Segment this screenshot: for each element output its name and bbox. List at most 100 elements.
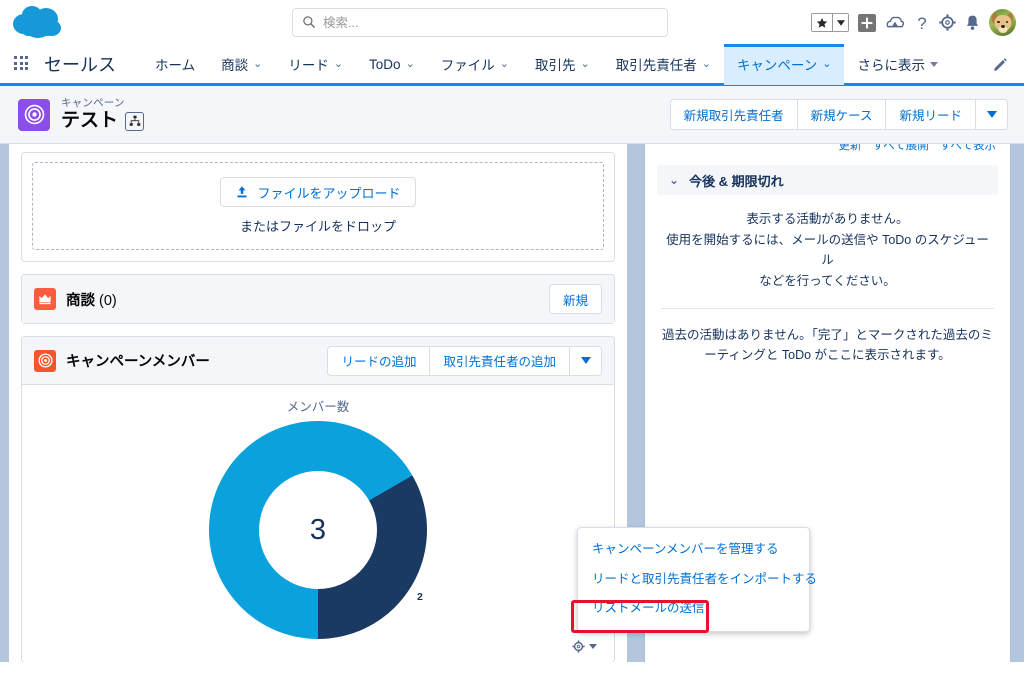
nav-item-contacts[interactable]: 取引先責任者 ⌄ <box>603 44 724 85</box>
help-question-icon[interactable]: ? <box>914 13 930 33</box>
chevron-down-icon: ⌄ <box>405 57 415 70</box>
record-type-label: キャンペーン <box>61 97 125 110</box>
campaign-members-card: キャンペーンメンバー リードの追加 取引先責任者の追加 メンバー数 3 1 2 <box>21 336 615 662</box>
campaign-members-dropdown-menu: キャンペーンメンバーを管理する リードと取引先責任者をインポートする リストメー… <box>577 527 817 632</box>
add-contact-button[interactable]: 取引先責任者の追加 <box>429 345 570 376</box>
favorites-star-icon[interactable] <box>812 14 832 31</box>
nav-item-accounts[interactable]: 取引先 ⌄ <box>522 44 603 85</box>
svg-text:?: ? <box>917 14 926 33</box>
salesforce-cloud-logo[interactable] <box>12 2 66 42</box>
page-content: ファイルをアップロード またはファイルをドロップ 商談 (0) 新規 キャンペー… <box>0 144 1024 662</box>
donut-chart[interactable]: 3 1 2 <box>209 421 427 639</box>
chart-settings-control[interactable] <box>572 640 597 653</box>
activity-view-all-link[interactable]: すべて表示 <box>940 144 996 152</box>
campaign-target-icon <box>18 98 50 131</box>
campaign-members-card-header: キャンペーンメンバー リードの追加 取引先責任者の追加 <box>22 337 614 385</box>
nav-item-campaigns[interactable]: キャンペーン ⌄ <box>723 43 845 85</box>
campaign-members-title: キャンペーンメンバー <box>66 354 210 370</box>
file-dropzone[interactable]: ファイルをアップロード またはファイルをドロップ <box>32 162 604 250</box>
caret-down-icon <box>580 357 591 364</box>
new-lead-button[interactable]: 新規リード <box>885 99 976 130</box>
app-navigation-bar: セールス ホーム 商談 ⌄ リード ⌄ ToDo ⌄ ファイル ⌄ 取引先 ⌄ … <box>0 43 1024 86</box>
donut-slice-label-1: 1 <box>271 505 277 517</box>
global-header: ? <box>0 0 1024 45</box>
left-column: ファイルをアップロード またはファイルをドロップ 商談 (0) 新規 キャンペー… <box>9 144 627 662</box>
upcoming-overdue-section-header[interactable]: ⌄ 今後 & 期限切れ <box>657 165 998 195</box>
new-contact-button[interactable]: 新規取引先責任者 <box>669 99 798 130</box>
past-activity-line-1: 過去の活動はありません。「完了」とマークされた過去のミ <box>662 327 993 342</box>
opportunity-card: 商談 (0) 新規 <box>21 274 615 324</box>
chart-settings-caret-icon <box>589 644 597 649</box>
edit-pencil-icon[interactable] <box>993 57 1008 72</box>
chevron-down-icon: ⌄ <box>580 57 590 70</box>
opportunity-card-header: 商談 (0) 新規 <box>22 275 614 323</box>
nav-item-label: リード <box>288 58 329 73</box>
search-input[interactable] <box>292 8 668 37</box>
menu-item-import-leads-contacts[interactable]: リードと取引先責任者をインポートする <box>578 565 817 595</box>
nav-item-todo[interactable]: ToDo ⌄ <box>356 44 428 85</box>
record-page-header: キャンペーン テスト 新規取引先責任者 新規ケース 新規リード <box>0 86 1024 144</box>
activity-empty-line-3: などを行ってください。 <box>759 273 896 288</box>
upload-files-label: ファイルをアップロード <box>257 185 401 201</box>
notifications-bell-icon[interactable] <box>965 14 980 31</box>
chevron-down-icon: ⌄ <box>253 57 263 70</box>
nav-item-more[interactable]: さらに表示 <box>844 44 951 85</box>
chevron-down-icon: ⌄ <box>333 57 344 70</box>
nav-item-label: ホーム <box>155 58 196 73</box>
nav-item-label: ファイル <box>440 58 495 73</box>
chevron-down-icon: ⌄ <box>822 57 832 70</box>
donut-total-value: 3 <box>309 513 327 546</box>
donut-center: 3 <box>259 471 377 589</box>
page-title: テスト <box>61 110 119 132</box>
activity-empty-line-2: 使用を開始するには、メールの送信や ToDo のスケジュール <box>666 232 989 268</box>
chevron-down-icon: ⌄ <box>499 57 509 70</box>
chart-settings-gear-icon <box>572 640 585 653</box>
nav-item-label: キャンペーン <box>736 58 818 73</box>
activity-refresh-link[interactable]: 更新 <box>839 144 862 152</box>
caret-down-icon <box>986 111 997 118</box>
nav-item-label: 取引先 <box>535 58 576 73</box>
menu-item-send-list-email[interactable]: リストメールの送信 <box>578 594 809 624</box>
nav-item-home[interactable]: ホーム <box>142 44 208 85</box>
record-action-buttons: 新規取引先責任者 新規ケース 新規リード <box>669 99 1008 130</box>
chart-title: メンバー数 <box>286 400 350 414</box>
past-activity-empty-state: 過去の活動はありません。「完了」とマークされた過去のミ ーティングと ToDo … <box>645 309 1010 366</box>
chevron-down-icon: ⌄ <box>701 57 711 70</box>
app-launcher-cloud-icon[interactable] <box>885 14 905 32</box>
menu-item-manage-members[interactable]: キャンペーンメンバーを管理する <box>578 535 809 565</box>
caret-down-icon <box>929 61 938 67</box>
nav-item-leads[interactable]: リード ⌄ <box>275 44 356 85</box>
favorites-caret-icon[interactable] <box>832 14 848 31</box>
nav-item-label: ToDo <box>369 56 401 72</box>
drop-files-hint: またはファイルをドロップ <box>239 219 396 234</box>
chevron-down-icon: ⌄ <box>669 173 680 187</box>
upload-files-button[interactable]: ファイルをアップロード <box>220 177 416 207</box>
record-actions-dropdown-button[interactable] <box>975 99 1008 130</box>
opportunity-crown-icon <box>34 288 56 310</box>
campaign-members-actions: リードの追加 取引先責任者の追加 <box>327 345 602 376</box>
activity-empty-state: 表示する活動がありません。 使用を開始するには、メールの送信や ToDo のスケ… <box>645 195 1010 308</box>
nav-item-opportunities[interactable]: 商談 ⌄ <box>208 44 275 85</box>
salesforce-campaign-page: ? <box>0 0 1024 676</box>
user-avatar[interactable] <box>989 9 1016 36</box>
nav-item-list: ホーム 商談 ⌄ リード ⌄ ToDo ⌄ ファイル ⌄ 取引先 ⌄ 取引先責任… <box>142 43 993 85</box>
add-plus-icon[interactable] <box>858 13 876 32</box>
favorites-control[interactable] <box>811 13 849 32</box>
new-case-button[interactable]: 新規ケース <box>796 99 887 130</box>
activity-expand-all-link[interactable]: すべて展開 <box>873 144 929 152</box>
global-search-container[interactable] <box>292 8 668 37</box>
nav-item-label: 商談 <box>221 58 249 73</box>
nav-item-files[interactable]: ファイル ⌄ <box>428 44 522 85</box>
setup-gear-icon[interactable] <box>939 14 956 31</box>
new-opportunity-button[interactable]: 新規 <box>548 284 602 314</box>
past-activity-line-2: ーティングと ToDo がここに表示されます。 <box>704 348 951 363</box>
opportunity-title-text: 商談 <box>66 292 95 309</box>
header-icon-group: ? <box>811 0 1016 45</box>
record-title-block: キャンペーン テスト <box>61 97 145 132</box>
activity-empty-line-1: 表示する活動がありません。 <box>746 212 909 226</box>
app-launcher-waffle-icon[interactable] <box>14 56 30 72</box>
add-lead-button[interactable]: リードの追加 <box>327 345 431 376</box>
current-app-name[interactable]: セールス <box>44 51 116 77</box>
campaign-members-dropdown-button[interactable] <box>569 345 602 376</box>
campaign-hierarchy-icon[interactable] <box>125 111 145 131</box>
